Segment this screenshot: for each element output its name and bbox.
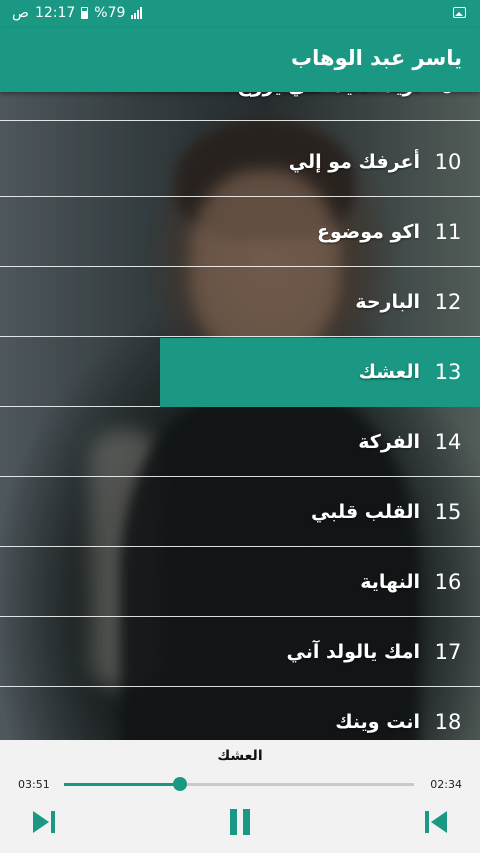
track-number: 16 [434, 570, 462, 594]
list-item[interactable]: 12 البارحة [0, 268, 480, 337]
track-number: 12 [434, 290, 462, 314]
page-title: ياسر عبد الوهاب [291, 46, 462, 70]
track-title: انت وينك [335, 711, 420, 733]
track-number: 9 [428, 92, 468, 121]
list-item-active[interactable]: 13 العشك [0, 338, 480, 407]
track-number: 18 [434, 710, 462, 734]
track-number: 11 [434, 220, 462, 244]
track-title: أعرفك مو إلي [288, 151, 420, 173]
skip-next-icon [33, 811, 55, 833]
track-number: 17 [434, 640, 462, 664]
seek-thumb[interactable] [172, 777, 187, 791]
clock: 12:17 [34, 5, 76, 21]
track-title: اريد العيد عني يروح [237, 92, 420, 121]
track-title: امك يالولد آني [286, 641, 421, 663]
now-playing-title: العشك [217, 748, 263, 764]
seek-bar[interactable] [64, 777, 414, 791]
elapsed-time: 03:51 [18, 778, 50, 791]
pause-button[interactable] [224, 806, 256, 838]
list-item[interactable]: 11 اكو موضوع [0, 198, 480, 267]
track-number: 13 [434, 360, 462, 384]
player-bar: العشك 03:51 02:34 [0, 740, 480, 853]
list-item[interactable]: 17 امك يالولد آني [0, 618, 480, 687]
list-item[interactable]: 10 أعرفك مو إلي [0, 128, 480, 197]
list-item[interactable]: 18 انت وينك [0, 688, 480, 740]
list-item[interactable]: 16 النهاية [0, 548, 480, 617]
list-item[interactable]: 9 اريد العيد عني يروح [0, 92, 480, 121]
track-title: القلب قلبي [311, 501, 420, 523]
list-item[interactable]: 15 القلب قلبي [0, 478, 480, 547]
battery-level: %79 [94, 5, 126, 21]
track-title: الفركة [358, 431, 420, 453]
track-title: النهاية [360, 571, 420, 593]
track-title: اكو موضوع [316, 221, 420, 243]
track-list[interactable]: 9 اريد العيد عني يروح 10 أعرفك مو إلي 11… [0, 92, 480, 740]
status-bar: ص 12:17 %79 [0, 0, 480, 28]
remaining-time: 02:34 [430, 778, 462, 791]
pause-icon [230, 809, 250, 835]
battery-icon [81, 7, 89, 19]
skip-previous-icon [425, 811, 447, 833]
skip-previous-button[interactable] [420, 806, 452, 838]
signal-bars-icon [131, 7, 143, 19]
track-number: 14 [434, 430, 462, 454]
track-number: 10 [434, 150, 462, 174]
track-title: العشك [358, 361, 420, 383]
app-bar: ياسر عبد الوهاب [0, 28, 480, 92]
gallery-notification-icon [453, 7, 466, 18]
list-item[interactable]: 14 الفركة [0, 408, 480, 477]
track-title: البارحة [355, 291, 420, 313]
skip-next-button[interactable] [28, 806, 60, 838]
am-pm-indicator: ص [12, 5, 29, 21]
track-number: 15 [434, 500, 462, 524]
seek-bar-progress [64, 783, 180, 786]
